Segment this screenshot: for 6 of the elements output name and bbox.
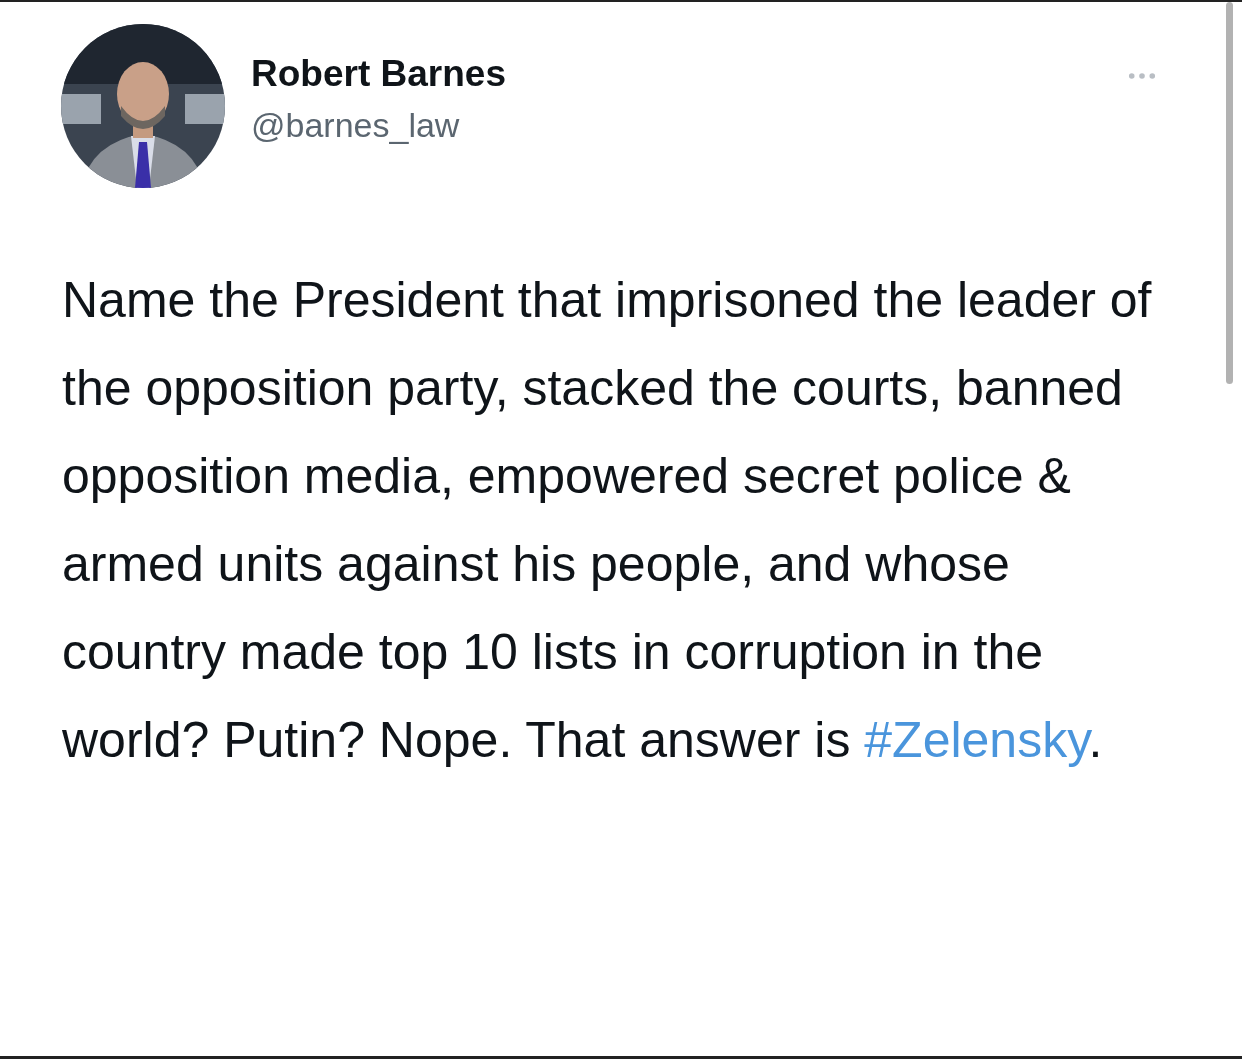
more-icon[interactable] (1128, 72, 1156, 80)
scrollbar[interactable] (1226, 2, 1233, 384)
author-name: Robert Barnes (251, 52, 506, 96)
hashtag-link[interactable]: #Zelensky (864, 712, 1089, 768)
author-handle: @barnes_law (251, 105, 461, 146)
tweet-text: Name the President that imprisoned the leader of the opposition party, stacked the courts, banned opposition media, empowered secret police & armed units against his people, and whose country made top 10 lists in corruption in the world? Putin? Nope. That answer is #Zelensky. (62, 271, 1153, 770)
